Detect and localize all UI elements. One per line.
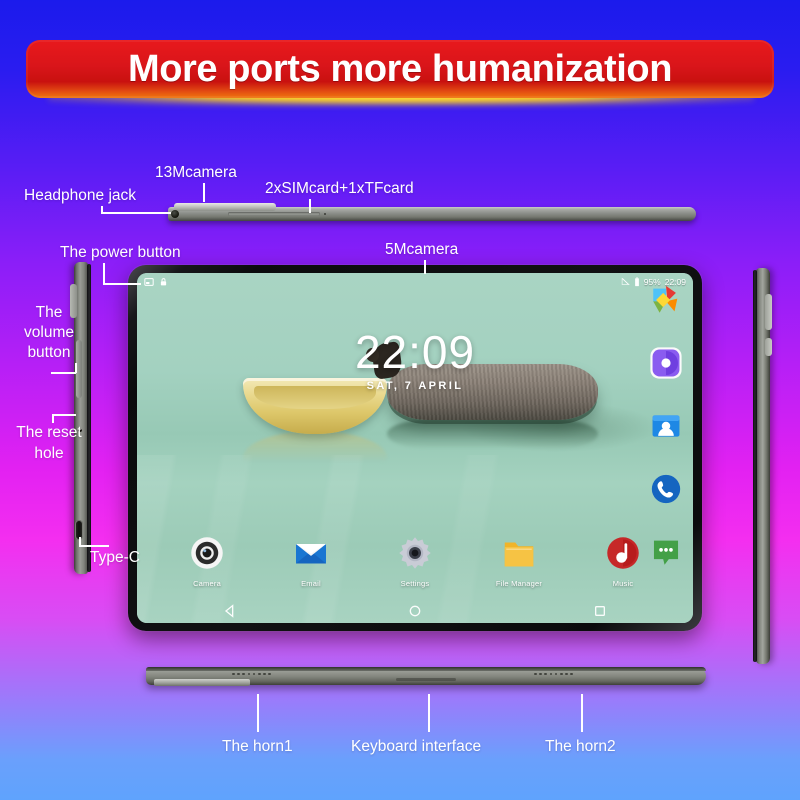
callout-reset-hole: The reset hole: [16, 424, 82, 462]
banner-plate: More ports more humanization: [26, 40, 774, 98]
contacts-icon[interactable]: [649, 409, 683, 443]
signal-off-icon: [621, 277, 630, 285]
folder-icon: [504, 542, 534, 567]
back-triangle-icon[interactable]: [222, 603, 238, 619]
tablet-right-side-view: [752, 268, 776, 664]
leader-5mcamera: [424, 260, 426, 274]
dock-item-music[interactable]: Music: [590, 535, 656, 588]
callout-headphone-jack: Headphone jack: [24, 187, 137, 204]
leader-sim-tf: [309, 199, 311, 213]
home-circle-icon[interactable]: [407, 603, 423, 619]
browser-icon[interactable]: [649, 346, 683, 380]
leader-headphone-jack-h: [101, 212, 171, 214]
tablet-front-view: 95% 22:09 22:09 SAT, 7 APRIL Camera Emai…: [128, 265, 702, 631]
callout-horn2: The horn2: [545, 738, 616, 755]
dock-label-file-manager: File Manager: [495, 579, 543, 588]
leader-reset-hole-v: [52, 414, 54, 423]
leader-power-button-v: [103, 263, 105, 284]
lock-icon: [160, 277, 167, 285]
tablet-left-glass-edge: [87, 264, 91, 572]
dock-label-email: Email: [301, 579, 321, 588]
leader-horn1: [257, 694, 259, 732]
email-icon: [296, 544, 326, 564]
bottom-camera-bump: [154, 679, 250, 686]
callout-type-c: Type-C: [90, 549, 140, 566]
infographic-stage: More ports more humanization 95% 22:09 2…: [0, 0, 800, 800]
leader-volume-button-h: [51, 372, 76, 374]
tablet-bottom-edge-view: [146, 665, 706, 687]
page-title: More ports more humanization: [127, 47, 673, 90]
leader-volume-button-v: [75, 363, 77, 373]
callout-horn1: The horn1: [222, 738, 293, 755]
screenshot-icon: [144, 277, 154, 286]
leader-type-c-h: [79, 545, 109, 547]
callout-power-button: The power button: [60, 244, 181, 261]
recents-square-icon[interactable]: [592, 603, 608, 619]
dock-item-settings[interactable]: Settings: [382, 535, 448, 588]
callout-keyboard-interface: Keyboard interface: [351, 738, 482, 755]
keyboard-interface-contacts: [396, 678, 456, 681]
callout-sim-tf: 2xSIMcard+1xTFcard: [265, 180, 414, 197]
navigation-bar: [137, 599, 693, 623]
right-button-upper: [765, 294, 772, 330]
dock: Camera Email Settings File Manager Music: [137, 535, 693, 597]
battery-icon: [634, 276, 639, 286]
rear-camera-bump: [174, 203, 276, 211]
sim-tray-slot: [228, 212, 320, 216]
dock-item-file-manager[interactable]: File Manager: [486, 535, 552, 588]
leader-horn2: [581, 694, 583, 732]
gallery-icon[interactable]: [649, 283, 683, 317]
log-rock: [387, 364, 599, 420]
right-button-lower: [765, 338, 772, 356]
callout-13mcamera: 13Mcamera: [155, 164, 237, 181]
leader-power-button-h: [103, 283, 141, 285]
tablet-screen[interactable]: 95% 22:09 22:09 SAT, 7 APRIL Camera Emai…: [137, 273, 693, 623]
status-bar: 95% 22:09: [137, 273, 693, 290]
dock-label-camera: Camera: [193, 579, 221, 588]
tablet-right-glass-edge: [753, 270, 757, 662]
headphone-jack-port: [171, 210, 179, 218]
leader-13mcamera: [203, 183, 205, 202]
camera-icon: [191, 537, 223, 569]
dock-item-email[interactable]: Email: [278, 535, 344, 588]
callout-volume-button: The volume button: [24, 304, 74, 362]
gear-icon: [399, 537, 431, 569]
tablet-bottom-top-edge: [146, 667, 706, 671]
log-reflection: [387, 420, 599, 448]
side-icon-column: [649, 283, 683, 569]
callout-5mcamera: 5Mcamera: [385, 241, 459, 258]
leader-headphone-jack-v: [101, 206, 103, 213]
tablet-top-edge-view: [168, 203, 696, 223]
dock-label-music: Music: [612, 579, 634, 588]
boat-interior: [254, 385, 376, 410]
music-icon: [607, 537, 639, 569]
dock-label-settings: Settings: [400, 579, 430, 588]
title-banner: More ports more humanization: [26, 40, 774, 106]
leader-type-c-v: [79, 537, 81, 546]
speaker-grille-1: [232, 672, 271, 676]
leader-keyboard-interface: [428, 694, 430, 732]
leader-reset-hole-h: [52, 414, 76, 416]
dock-item-camera[interactable]: Camera: [174, 535, 240, 588]
speaker-grille-2: [534, 672, 573, 676]
phone-icon[interactable]: [649, 472, 683, 506]
